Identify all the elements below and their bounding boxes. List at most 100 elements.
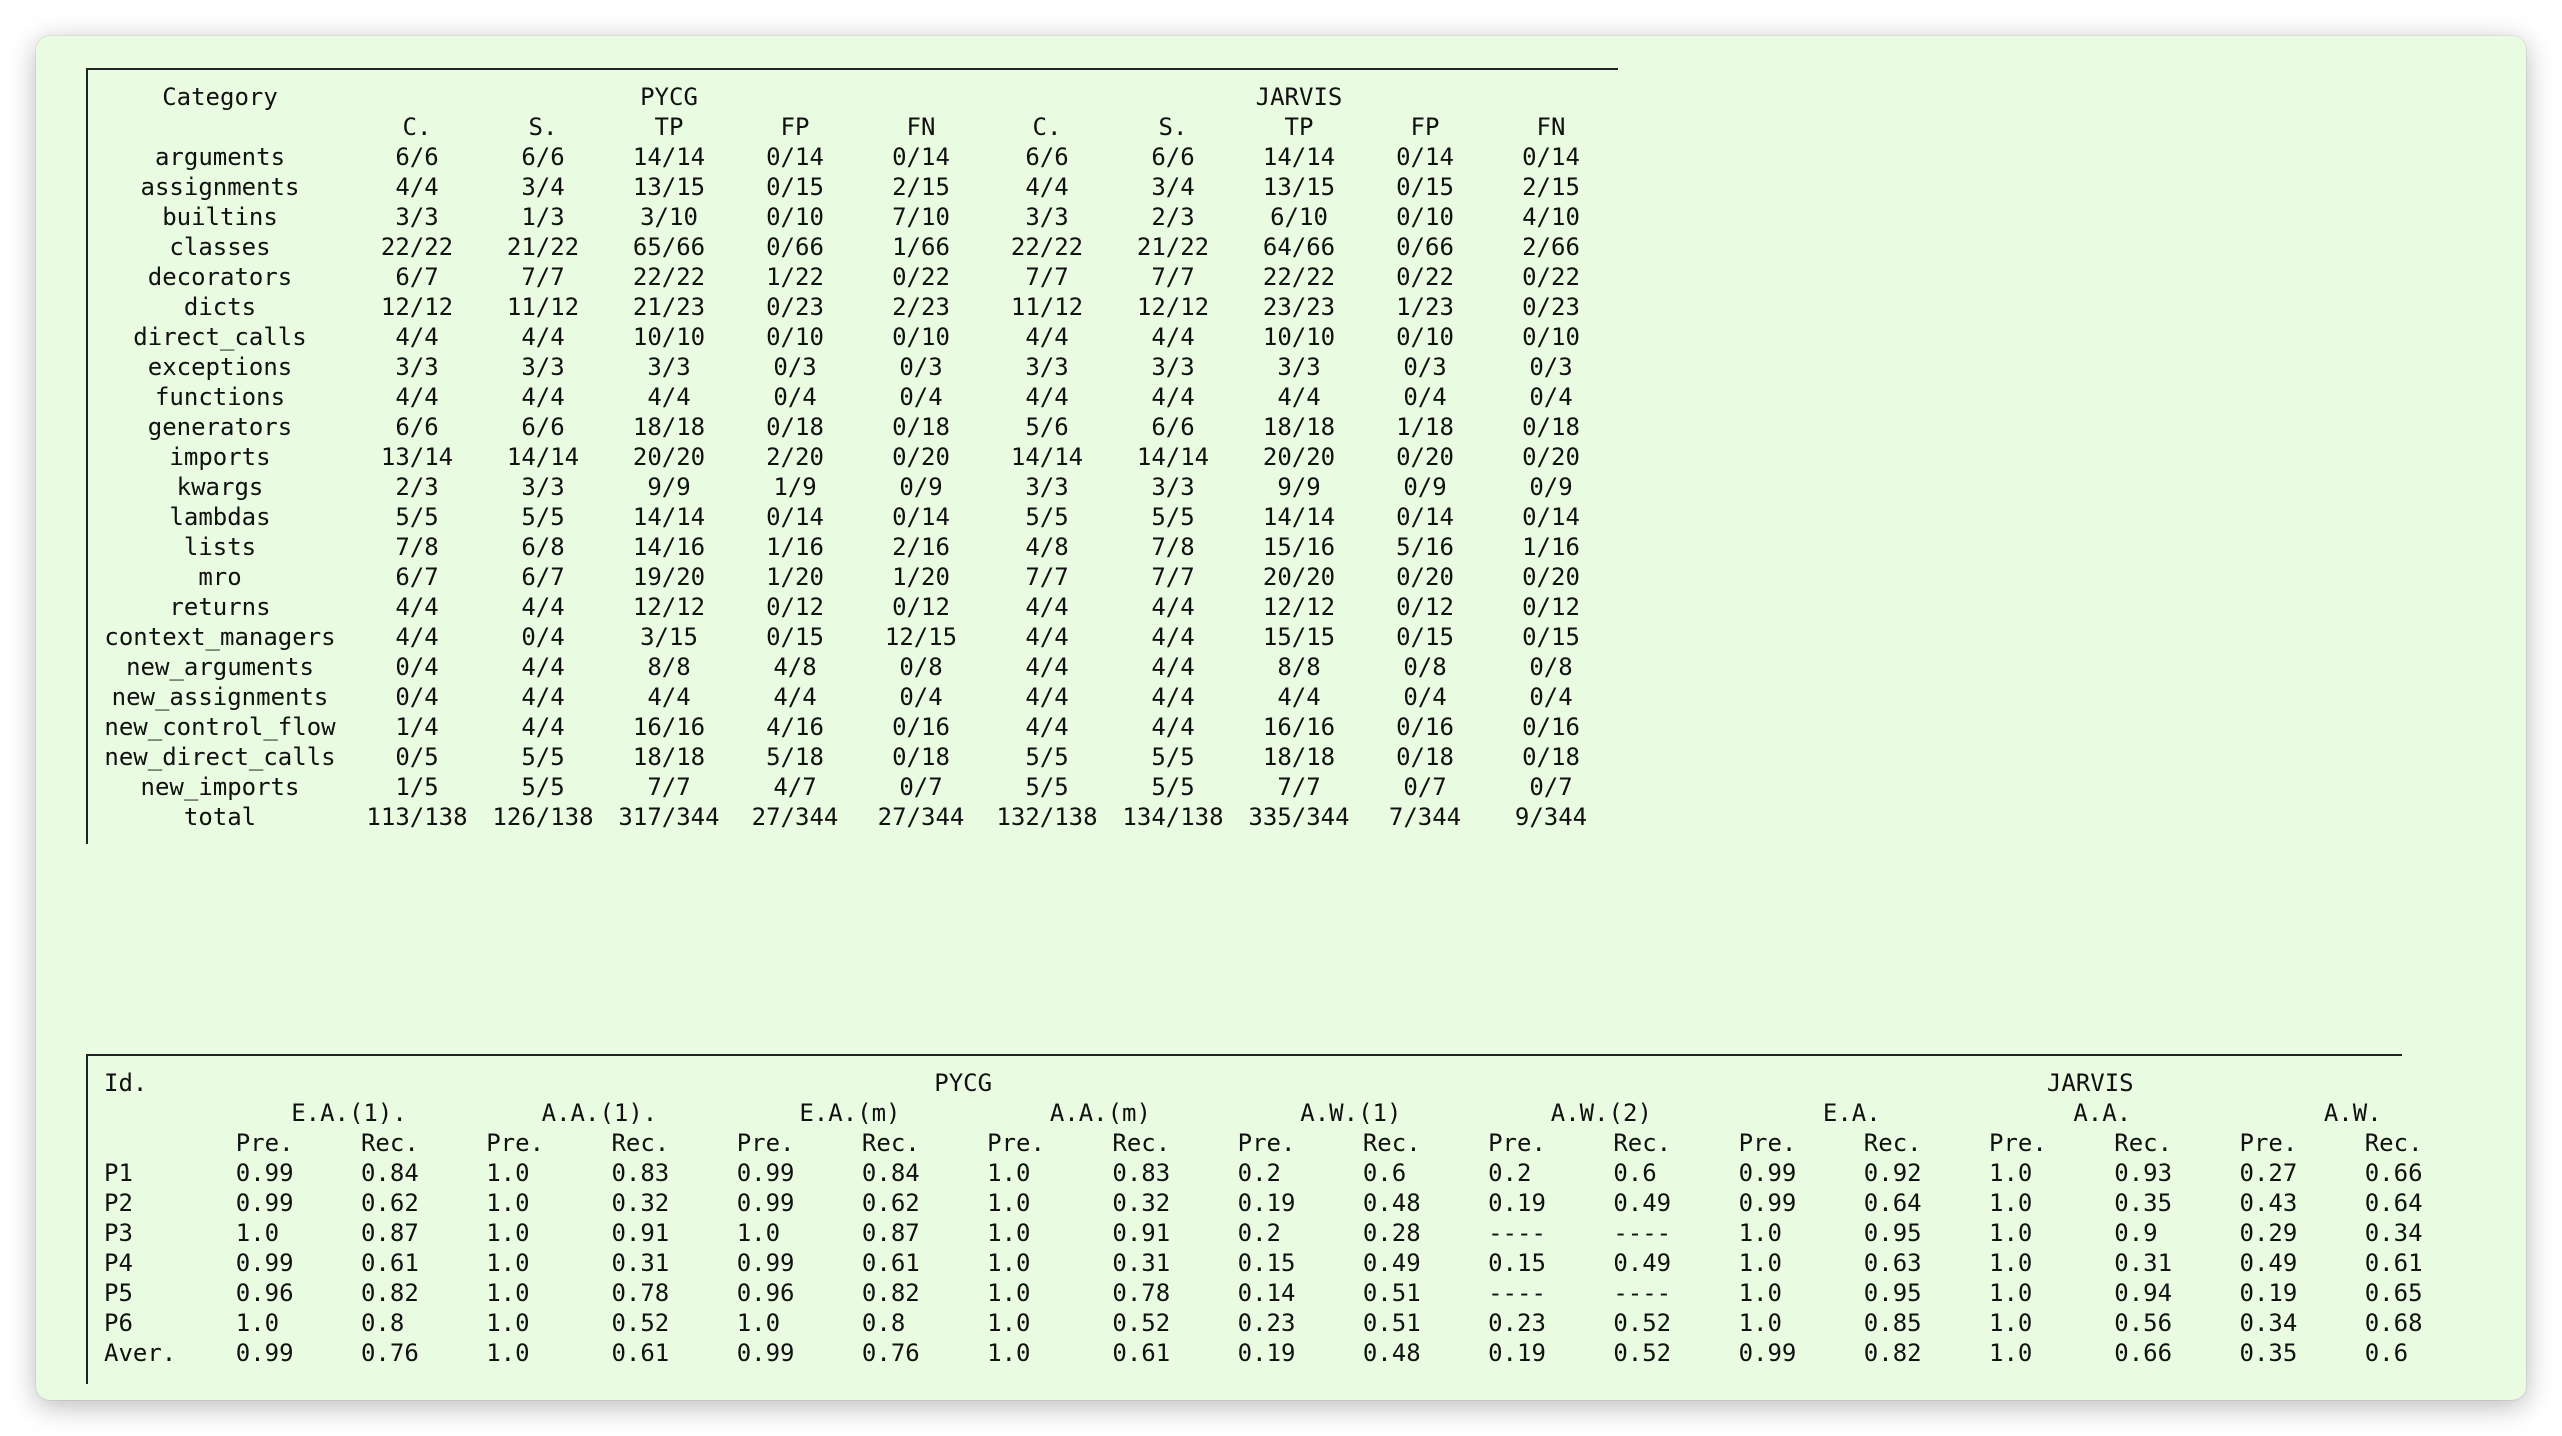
category-cell: functions: [154, 383, 286, 411]
value-cell: 4/4: [1025, 173, 1069, 201]
value-cell: 0.95: [1863, 1279, 1922, 1307]
value-cell: 0/18: [1396, 743, 1454, 771]
value-cell: 0.61: [360, 1249, 419, 1277]
value-cell: 1.0: [987, 1249, 1031, 1277]
value-cell: 0/15: [766, 173, 824, 201]
category-cell: mro: [198, 563, 242, 591]
column-header: FN: [906, 113, 936, 141]
value-cell: 12/12: [380, 293, 454, 321]
method-header: A.A.(m): [1049, 1099, 1151, 1127]
value-cell: 4/4: [1025, 323, 1069, 351]
table-row: new_arguments 0/4 4/4 8/8 4/8 0/8 4/4 4/4 8/8 0/8…: [86, 652, 1614, 682]
value-cell: 6/7: [395, 263, 439, 291]
value-cell: 0.14: [1237, 1279, 1296, 1307]
value-cell: 7/7: [1025, 263, 1069, 291]
value-cell: 7/7: [647, 773, 691, 801]
table-row: decorators 6/7 7/7 22/22 1/22 0/22 7/7 7/7 22/22…: [86, 262, 1614, 292]
value-cell: 0.78: [1112, 1279, 1171, 1307]
value-cell: 19/20: [632, 563, 706, 591]
value-cell: 3/3: [1151, 473, 1195, 501]
value-cell: 0/66: [1396, 233, 1454, 261]
value-cell: 16/16: [1262, 713, 1336, 741]
value-cell: 0/16: [1522, 713, 1580, 741]
value-cell: 1.0: [486, 1309, 530, 1337]
value-cell: 1.0: [1989, 1309, 2033, 1337]
value-cell: 21/23: [632, 293, 706, 321]
column-header: TP: [1284, 113, 1314, 141]
value-cell: 4/4: [395, 323, 439, 351]
value-cell: 22/22: [1010, 233, 1084, 261]
value-cell: 0/20: [1522, 443, 1580, 471]
value-cell: 11/12: [1010, 293, 1084, 321]
value-cell: 1.0: [486, 1189, 530, 1217]
value-cell: ----: [1613, 1279, 1672, 1307]
value-cell: 0.64: [2364, 1189, 2423, 1217]
value-cell: 14/14: [632, 503, 706, 531]
value-cell: 0.99: [736, 1339, 795, 1367]
table-row: builtins 3/3 1/3 3/10 0/10 7/10 3/3 2/3 6/10 0/10…: [86, 202, 1614, 232]
value-cell: 7/10: [892, 203, 950, 231]
category-cell: builtins: [162, 203, 278, 231]
value-cell: 5/5: [1025, 503, 1069, 531]
value-cell: 4/4: [395, 623, 439, 651]
value-cell: 0/20: [892, 443, 950, 471]
value-cell: 0.95: [1863, 1219, 1922, 1247]
value-cell: 12/12: [1136, 293, 1210, 321]
value-cell: 132/138: [996, 803, 1098, 831]
value-cell: 0.19: [1488, 1189, 1546, 1217]
category-cell: arguments: [154, 143, 286, 171]
value-cell: 4/4: [1025, 653, 1069, 681]
table-row: classes 22/22 21/22 65/66 0/66 1/66 22/22 21/22…: [86, 232, 1614, 262]
value-cell: 0.48: [1362, 1189, 1421, 1217]
value-cell: 0/20: [1396, 443, 1454, 471]
value-cell: 0.82: [360, 1279, 419, 1307]
value-cell: 0/7: [1529, 773, 1573, 801]
table2-group-header-row: Id. PYCG JARVIS: [86, 1068, 2466, 1098]
category-cell: assignments: [140, 173, 300, 201]
category-cell: new_direct_calls: [104, 743, 336, 771]
value-cell: 8/8: [1277, 653, 1321, 681]
value-cell: 0.23: [1488, 1309, 1546, 1337]
recall-header: Rec.: [1362, 1129, 1421, 1157]
value-cell: 0.96: [235, 1279, 294, 1307]
value-cell: 0/18: [766, 413, 824, 441]
value-cell: 4/10: [1522, 203, 1580, 231]
table-row: new_control_flow 1/4 4/4 16/16 4/16 0/16 4/4 4/…: [86, 712, 1614, 742]
value-cell: 3/3: [1025, 353, 1069, 381]
id-header: Id.: [104, 1069, 148, 1097]
value-cell: 14/14: [1262, 503, 1336, 531]
value-cell: 0.84: [861, 1159, 920, 1187]
value-cell: 0/10: [1396, 323, 1454, 351]
value-cell: 18/18: [1262, 413, 1336, 441]
id-cell: P2: [104, 1189, 133, 1217]
recall-header: Rec.: [1863, 1129, 1922, 1157]
value-cell: 0/14: [766, 143, 824, 171]
value-cell: 12/12: [1262, 593, 1336, 621]
value-cell: 9/9: [1277, 473, 1321, 501]
value-cell: 1/5: [395, 773, 439, 801]
value-cell: 2/3: [395, 473, 439, 501]
value-cell: 1.0: [1989, 1159, 2033, 1187]
value-cell: 0.87: [861, 1219, 920, 1247]
subheader-spacer: [86, 112, 354, 142]
category-cell: new_imports: [140, 773, 300, 801]
value-cell: 22/22: [380, 233, 454, 261]
jarvis-group-header: JARVIS: [1255, 83, 1343, 111]
precision-header: Pre.: [235, 1129, 294, 1157]
method-header: A.W.(1): [1300, 1099, 1402, 1127]
value-cell: 0.63: [1863, 1249, 1922, 1277]
table-row: generators 6/6 6/6 18/18 0/18 0/18 5/6 6/6 18/18…: [86, 412, 1614, 442]
value-cell: 1/9: [773, 473, 817, 501]
value-cell: 0.19: [2239, 1279, 2298, 1307]
value-cell: 317/344: [618, 803, 720, 831]
category-cell: context_managers: [104, 623, 336, 651]
value-cell: 0.19: [1237, 1339, 1296, 1367]
value-cell: 9/9: [647, 473, 691, 501]
value-cell: 0.93: [2114, 1159, 2173, 1187]
category-cell: new_arguments: [126, 653, 314, 681]
value-cell: 5/5: [521, 503, 565, 531]
table2-body: P1 0.99 0.84 1.0 0.83 0.99 0.84 1.0 0.83 0.2 0.6 0.…: [86, 1158, 2466, 1368]
value-cell: 0.49: [1613, 1189, 1672, 1217]
value-cell: 4/4: [1151, 683, 1195, 711]
value-cell: 0.91: [611, 1219, 670, 1247]
